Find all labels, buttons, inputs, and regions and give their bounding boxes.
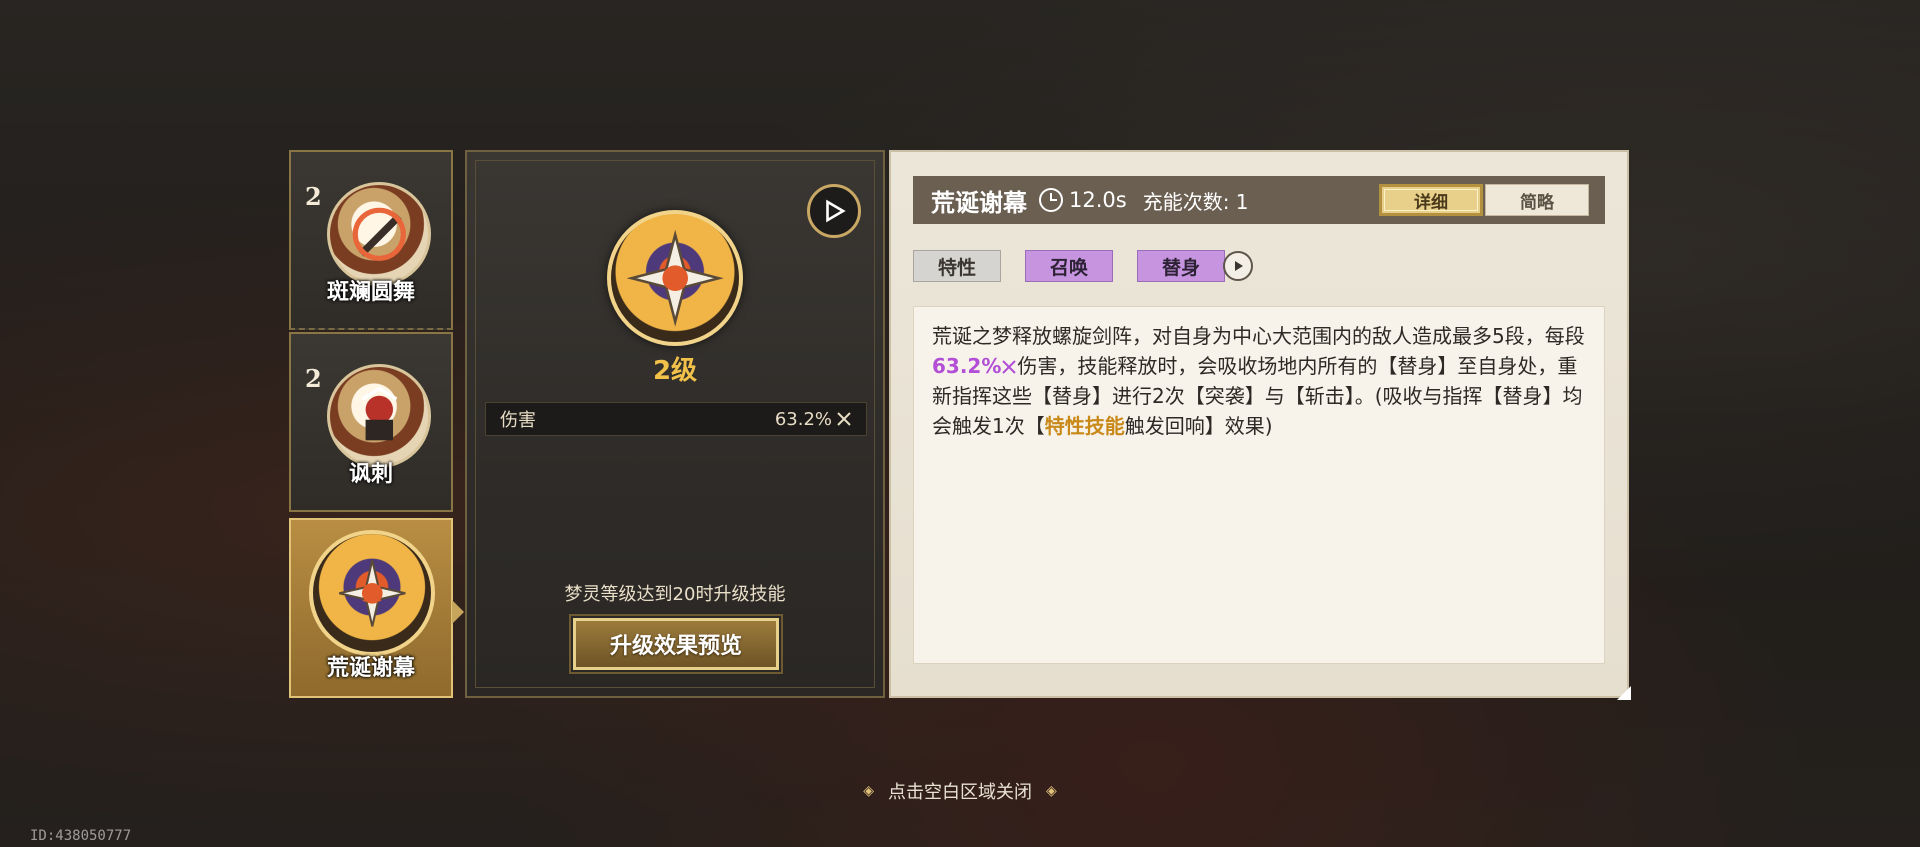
desc-text-1: 荒诞之梦释放螺旋剑阵，对自身为中心大范围内的敌人造成最多5段，每段 bbox=[932, 324, 1585, 348]
skill-tab-level: 2 bbox=[305, 364, 322, 393]
clock-icon bbox=[1039, 188, 1063, 212]
damage-stat-row: 伤害 63.2% bbox=[485, 402, 867, 436]
selected-tab-pointer bbox=[452, 600, 464, 624]
spinning-blades-icon bbox=[607, 210, 743, 346]
skill-level-label: 2级 bbox=[652, 356, 698, 386]
diamond-icon: ◈ bbox=[1046, 783, 1057, 799]
charges-count: 充能次数: 1 bbox=[1142, 189, 1249, 214]
diamond-icon: ◈ bbox=[863, 783, 874, 799]
skill-tab-3-selected[interactable]: 荒诞谢幕 bbox=[289, 518, 453, 698]
skill-info-panel: 荒诞谢幕 12.0s 充能次数: 1 详细 简略 特性 召唤 替身 荒诞之梦释放… bbox=[889, 150, 1631, 700]
skill-level-panel: 2级 伤害 63.2% 梦灵等级达到20时升级技能 升级效果预览 bbox=[465, 150, 885, 698]
spinning-blades-icon bbox=[309, 530, 435, 656]
tag-more-button[interactable] bbox=[1223, 251, 1254, 281]
desc-damage-percent: 63.2% bbox=[932, 354, 1002, 378]
drill-icon bbox=[327, 182, 431, 286]
skill-tab-1[interactable]: 2 斑斓圆舞 bbox=[289, 150, 453, 330]
player-uid: ID:438050777 bbox=[30, 828, 132, 844]
skill-description: 荒诞之梦释放螺旋剑阵，对自身为中心大范围内的敌人造成最多5段，每段63.2% 伤害… bbox=[913, 306, 1605, 664]
play-icon bbox=[826, 199, 846, 223]
skill-tab-name: 讽刺 bbox=[348, 461, 393, 487]
cooldown-value: 12.0s bbox=[1069, 188, 1127, 212]
desc-text-3: 触发回响】效果) bbox=[1124, 414, 1273, 438]
stat-value: 63.2% bbox=[774, 408, 832, 430]
stat-value-group: 63.2% bbox=[775, 409, 852, 430]
stat-label: 伤害 bbox=[500, 410, 536, 431]
crossed-swords-icon bbox=[837, 412, 851, 426]
upgrade-preview-button[interactable]: 升级效果预览 bbox=[569, 614, 783, 674]
skill-tab-name: 斑斓圆舞 bbox=[326, 279, 415, 305]
skill-tab-2[interactable]: 2 讽刺 bbox=[289, 332, 453, 512]
skill-tab-list: 2 斑斓圆舞 2 讽刺 荒诞谢幕 bbox=[289, 150, 453, 698]
crossed-swords-icon bbox=[1002, 360, 1017, 374]
toggle-detail[interactable]: 详细 bbox=[1379, 184, 1483, 216]
tag-trait[interactable]: 特性 bbox=[913, 250, 1002, 282]
panel-corner-marker bbox=[1617, 686, 1631, 700]
toggle-brief[interactable]: 简略 bbox=[1485, 184, 1589, 216]
skill-tags: 特性 召唤 替身 bbox=[913, 250, 1254, 282]
close-hint-text: 点击空白区域关闭 bbox=[888, 782, 1032, 803]
tag-substitute[interactable]: 替身 bbox=[1137, 250, 1226, 282]
jester-icon bbox=[327, 364, 431, 468]
upgrade-requirement-text: 梦灵等级达到20时升级技能 bbox=[564, 584, 786, 605]
skill-tab-name: 荒诞谢幕 bbox=[326, 655, 415, 681]
skill-title: 荒诞谢幕 bbox=[931, 187, 1027, 217]
skill-tab-level: 2 bbox=[305, 182, 322, 211]
close-hint[interactable]: ◈ 点击空白区域关闭 ◈ bbox=[0, 778, 1920, 804]
tag-summon[interactable]: 召唤 bbox=[1025, 250, 1114, 282]
play-preview-button[interactable] bbox=[807, 184, 861, 238]
skill-header: 荒诞谢幕 12.0s 充能次数: 1 详细 简略 bbox=[913, 176, 1605, 224]
detail-toggle: 详细 简略 bbox=[1379, 184, 1589, 216]
play-icon bbox=[1235, 261, 1244, 271]
desc-highlight: 特性技能 bbox=[1044, 414, 1125, 438]
